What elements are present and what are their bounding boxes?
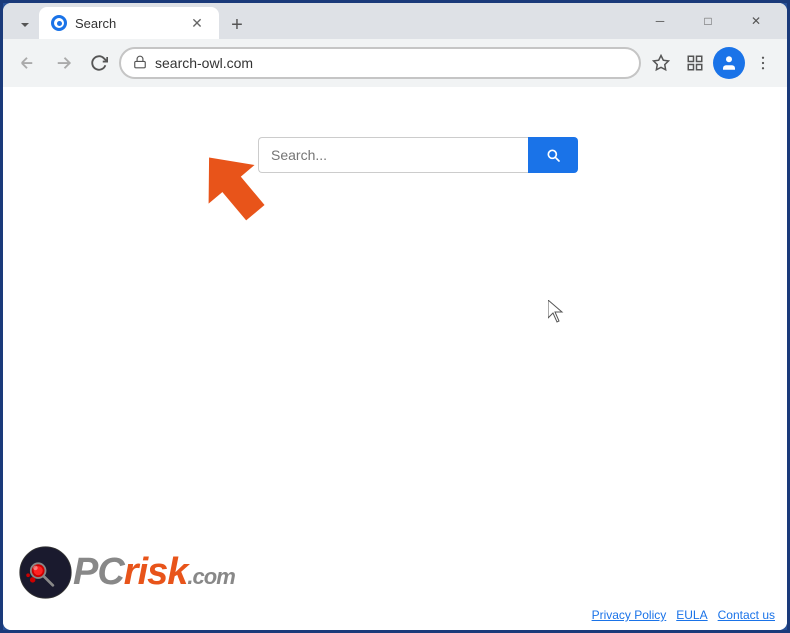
- new-tab-button[interactable]: +: [223, 11, 251, 39]
- address-input[interactable]: [155, 55, 627, 71]
- active-tab[interactable]: Search ✕: [39, 7, 219, 39]
- page-footer: Privacy Policy EULA Contact us: [592, 608, 775, 622]
- tab-title: Search: [75, 16, 179, 31]
- tab-dropdown-button[interactable]: [11, 11, 39, 39]
- address-secure-icon: [133, 55, 147, 72]
- menu-button[interactable]: [747, 47, 779, 79]
- browser-window: Search ✕ + ─ □ ✕: [3, 3, 787, 630]
- minimize-button[interactable]: ─: [637, 5, 683, 37]
- pcrisk-logo: PCrisk.com: [18, 545, 235, 600]
- reload-button[interactable]: [83, 47, 115, 79]
- navigation-bar: [3, 39, 787, 87]
- pcrisk-logo-text: PCrisk.com: [73, 551, 235, 594]
- privacy-policy-link[interactable]: Privacy Policy: [592, 608, 667, 622]
- profile-button[interactable]: [713, 47, 745, 79]
- pcrisk-pc-text: PC: [73, 551, 124, 593]
- forward-button[interactable]: [47, 47, 79, 79]
- search-button[interactable]: [528, 137, 578, 173]
- back-button[interactable]: [11, 47, 43, 79]
- pcrisk-risk-text: risk: [124, 551, 188, 593]
- bookmark-button[interactable]: [645, 47, 677, 79]
- pcrisk-logo-icon: [18, 545, 73, 600]
- title-bar: Search ✕ + ─ □ ✕: [3, 3, 787, 39]
- close-button[interactable]: ✕: [733, 5, 779, 37]
- window-controls: ─ □ ✕: [637, 5, 779, 37]
- tab-favicon-inner: [54, 18, 64, 28]
- address-bar[interactable]: [119, 47, 641, 79]
- search-input[interactable]: [258, 137, 528, 173]
- tab-close-button[interactable]: ✕: [187, 13, 207, 33]
- search-area: [258, 137, 578, 173]
- nav-actions: [645, 47, 779, 79]
- page-content: PCrisk.com Privacy Policy EULA Contact u…: [3, 87, 787, 630]
- extensions-button[interactable]: [679, 47, 711, 79]
- contact-us-link[interactable]: Contact us: [718, 608, 775, 622]
- tab-favicon: [51, 15, 67, 31]
- mouse-cursor: [548, 300, 568, 329]
- maximize-button[interactable]: □: [685, 5, 731, 37]
- tab-list: Search ✕ +: [11, 3, 625, 39]
- tab-favicon-dot: [57, 21, 62, 26]
- pcrisk-com-text: .com: [187, 564, 234, 589]
- eula-link[interactable]: EULA: [676, 608, 707, 622]
